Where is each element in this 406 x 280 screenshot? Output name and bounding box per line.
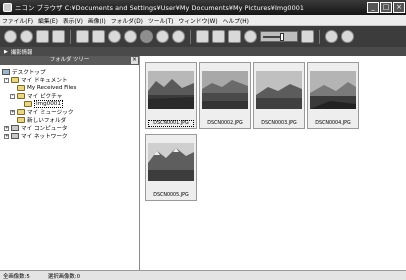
tree-item-label: My Received Files — [27, 85, 77, 91]
desktop-icon — [2, 69, 10, 75]
collapse-icon[interactable]: - — [10, 93, 15, 99]
computer-icon — [11, 125, 19, 131]
photo-thumbnail — [148, 71, 194, 109]
tree-item-my-computer[interactable]: + マイ コンピュータ — [4, 124, 68, 132]
folder-tree-title: フォルダ ツリー — [49, 57, 90, 63]
info-bar[interactable]: ▶ 撮影情報 — [0, 47, 406, 56]
menu-folder[interactable]: フォルダ(D) — [111, 16, 143, 25]
selected-image-count: 選択画像数:0 — [47, 273, 81, 280]
toolbar-divider — [70, 29, 71, 44]
menu-file[interactable]: ファイル(F) — [2, 16, 33, 25]
mail-icon[interactable] — [228, 30, 241, 43]
tree-item-my-music[interactable]: + マイ ミュージック — [10, 108, 73, 116]
tree-item-new-folder[interactable]: 新しいフォルダ — [17, 116, 66, 124]
expand-icon[interactable]: + — [4, 125, 9, 131]
help-icon[interactable] — [341, 30, 354, 43]
tree-item-label: マイ ミュージック — [27, 110, 74, 116]
thumbnail-filename: DSCN0004.JPG — [315, 121, 351, 126]
check-icon[interactable] — [156, 30, 169, 43]
tree-item-my-network[interactable]: + マイ ネットワーク — [4, 132, 68, 140]
folder-icon — [17, 93, 25, 99]
folder-icon — [17, 85, 25, 91]
thumbnail-filename: DSCN0005.JPG — [153, 193, 189, 198]
back-icon[interactable] — [4, 30, 17, 43]
thumbnail-size-slider[interactable] — [260, 31, 298, 42]
tree-item-my-pictures[interactable]: - マイ ピクチャ — [10, 92, 62, 100]
photo-thumbnail — [256, 71, 302, 109]
menu-image[interactable]: 画像(I) — [88, 16, 106, 25]
slider-knob[interactable] — [280, 33, 285, 41]
open-folder-icon — [24, 101, 32, 107]
tree-item-img0001[interactable]: Img0001 — [24, 100, 63, 108]
toolbar-divider — [319, 29, 320, 44]
title-bar: ニコン ブラウザ C:¥Documents and Settings¥User¥… — [0, 0, 406, 15]
close-button[interactable]: × — [393, 2, 405, 13]
tree-item-label: マイ コンピュータ — [21, 126, 68, 132]
tree-item-my-received-files[interactable]: My Received Files — [17, 84, 76, 92]
forward-icon[interactable] — [20, 30, 33, 43]
tree-item-label: デスクトップ — [12, 70, 46, 76]
app-icon — [3, 3, 12, 12]
thumbnail-filename: DSCN0002.JPG — [207, 121, 243, 126]
menu-view[interactable]: 表示(V) — [63, 16, 83, 25]
info-bar-label: 撮影情報 — [10, 49, 33, 56]
thumbnail-dscn0004[interactable]: DSCN0004.JPG — [307, 62, 359, 129]
tree-item-label: マイ ドキュメント — [21, 78, 68, 84]
folder-tree: デスクトップ - マイ ドキュメント My Received Files - マ… — [0, 65, 139, 140]
transfer-icon[interactable] — [212, 30, 225, 43]
refresh-icon[interactable] — [76, 30, 89, 43]
settings-icon[interactable] — [325, 30, 338, 43]
menu-bar: ファイル(F) 編集(E) 表示(V) 画像(I) フォルダ(D) ツール(T)… — [0, 15, 406, 26]
film-strip-icon[interactable] — [301, 30, 314, 43]
rotate-left-icon[interactable] — [108, 30, 121, 43]
rotate-right-icon[interactable] — [124, 30, 137, 43]
menu-window[interactable]: ウィンドウ(W) — [178, 16, 217, 25]
expand-arrow-icon: ▶ — [4, 48, 8, 55]
thumbnail-dscn0002[interactable]: DSCN0002.JPG — [199, 62, 251, 129]
close-icon[interactable]: × — [131, 57, 138, 64]
minimize-button[interactable]: _ — [367, 2, 379, 13]
folder-icon — [11, 77, 19, 83]
print-icon[interactable] — [196, 30, 209, 43]
photo-thumbnail — [310, 71, 356, 109]
view-icon[interactable] — [92, 30, 105, 43]
edit-icon[interactable] — [140, 30, 153, 43]
photo-thumbnail — [148, 143, 194, 181]
tree-item-my-documents[interactable]: - マイ ドキュメント — [4, 76, 68, 84]
folder-icon — [17, 117, 25, 123]
tree-item-desktop[interactable]: デスクトップ — [2, 68, 46, 76]
search-icon[interactable] — [52, 30, 65, 43]
folder-up-icon[interactable] — [36, 30, 49, 43]
total-image-count: 全画像数:5 — [3, 273, 30, 280]
folder-icon — [17, 109, 25, 115]
maximize-button[interactable]: □ — [380, 2, 392, 13]
tree-item-label: マイ ネットワーク — [21, 134, 68, 140]
close-icon[interactable] — [172, 30, 185, 43]
window-title: ニコン ブラウザ C:¥Documents and Settings¥User¥… — [15, 4, 305, 12]
menu-edit[interactable]: 編集(E) — [38, 16, 58, 25]
thumbnail-filename: DSCN0001.JPG — [148, 120, 194, 127]
status-bar: 全画像数:5 選択画像数:0 — [0, 270, 406, 280]
folder-tree-panel: フォルダ ツリー × デスクトップ - マイ ドキュメント My Receive… — [0, 56, 140, 270]
thumbnail-filename: DSCN0003.JPG — [261, 121, 297, 126]
expand-icon[interactable]: + — [10, 109, 15, 115]
thumbnail-dscn0003[interactable]: DSCN0003.JPG — [253, 62, 305, 129]
tree-item-label: Img0001 — [34, 100, 63, 108]
thumbnail-dscn0001[interactable]: DSCN0001.JPG — [145, 62, 197, 129]
slideshow-icon[interactable] — [244, 30, 257, 43]
expand-icon[interactable]: + — [4, 133, 9, 139]
menu-help[interactable]: ヘルプ(H) — [223, 16, 249, 25]
collapse-icon[interactable]: - — [4, 77, 9, 83]
photo-thumbnail — [202, 71, 248, 109]
thumbnail-dscn0005[interactable]: DSCN0005.JPG — [145, 134, 197, 201]
menu-tools[interactable]: ツール(T) — [148, 16, 173, 25]
tree-item-label: 新しいフォルダ — [27, 118, 67, 124]
folder-tree-header: フォルダ ツリー × — [0, 56, 139, 65]
tree-item-label: マイ ピクチャ — [27, 94, 63, 100]
toolbar — [0, 26, 406, 47]
toolbar-divider — [190, 29, 191, 44]
network-icon — [11, 133, 19, 139]
thumbnail-area: DSCN0001.JPG DSCN0002.JPG DSCN0003.JPG D… — [141, 56, 406, 270]
